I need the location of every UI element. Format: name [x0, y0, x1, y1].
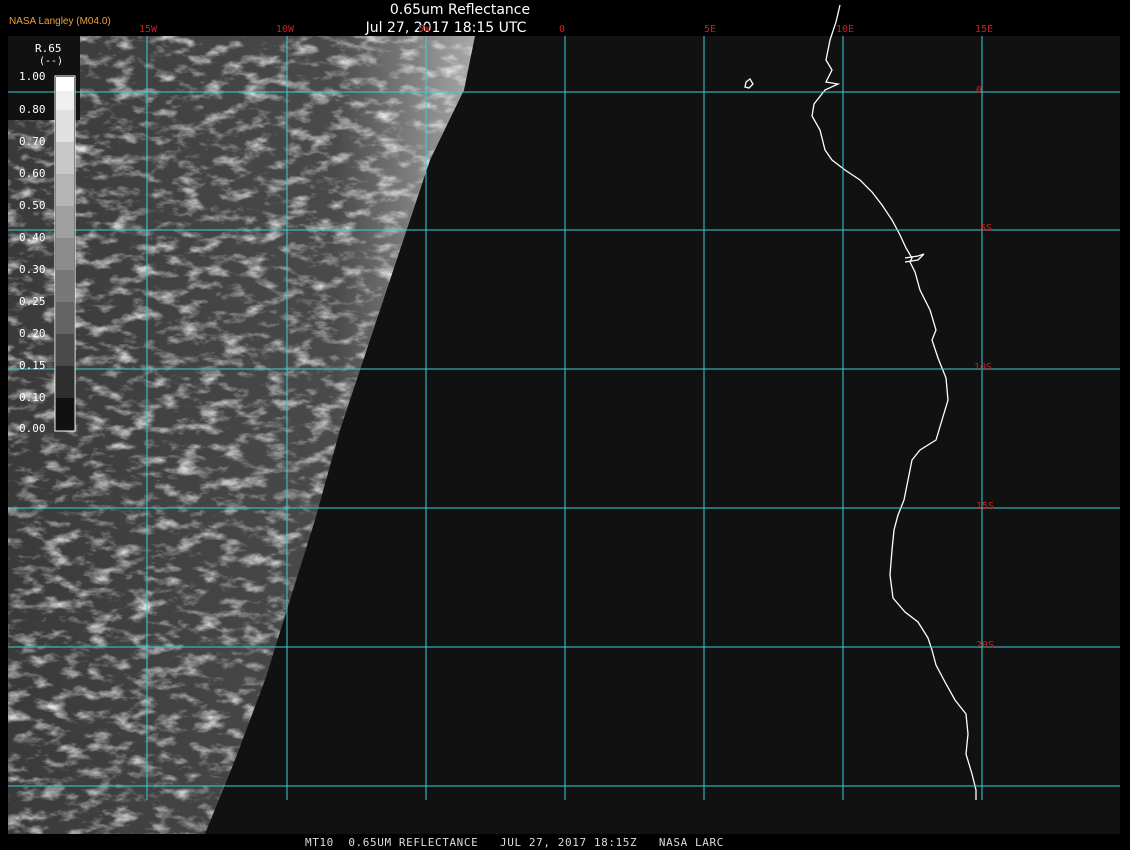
- colorbar-tick: 0.20: [19, 327, 46, 340]
- lat-label-10s: 10S: [974, 362, 993, 373]
- colorbar-tick: 0.15: [19, 359, 46, 372]
- colorbar-tick: 0.40: [19, 231, 46, 244]
- lat-label-15s: 15S: [976, 501, 995, 512]
- colorbar-tick: 0.80: [19, 103, 46, 116]
- colorbar-tick: 1.00: [19, 70, 46, 83]
- colorbar-units: (--): [39, 56, 64, 67]
- colorbar-tick: 0.10: [19, 391, 46, 404]
- colorbar-tick: 0.00: [19, 422, 46, 435]
- lat-label-20s: 20S: [976, 640, 995, 651]
- colorbar: [54, 75, 76, 432]
- lon-label-15e: 15E: [975, 24, 994, 35]
- colorbar-tick: 0.25: [19, 295, 46, 308]
- colorbar-tick: 0.30: [19, 263, 46, 276]
- satellite-map-view: 0.65um Reflectance Jul 27, 2017 18:15 UT…: [0, 0, 1130, 850]
- satellite-map: [0, 0, 1130, 850]
- agency-label: NASA Langley (M04.0): [9, 16, 111, 27]
- footer-caption: MT10 0.65UM REFLECTANCE JUL 27, 2017 18:…: [305, 836, 724, 849]
- lat-label-5s: 5S: [980, 223, 993, 234]
- lon-label-5w: 5W: [418, 24, 431, 35]
- lon-label-0: 0: [559, 24, 566, 35]
- lon-label-5e: 5E: [704, 24, 717, 35]
- colorbar-tick: 0.50: [19, 199, 46, 212]
- lon-label-15w: 15W: [139, 24, 158, 35]
- map-timestamp: Jul 27, 2017 18:15 UTC: [365, 20, 527, 36]
- map-title: 0.65um Reflectance: [389, 2, 531, 18]
- colorbar-tick: 0.70: [19, 135, 46, 148]
- lon-label-10e: 10E: [836, 24, 855, 35]
- colorbar-variable: R.65: [35, 42, 62, 55]
- colorbar-tick: 0.60: [19, 167, 46, 180]
- lat-label-0: 0: [976, 85, 983, 96]
- lon-label-10w: 10W: [276, 24, 295, 35]
